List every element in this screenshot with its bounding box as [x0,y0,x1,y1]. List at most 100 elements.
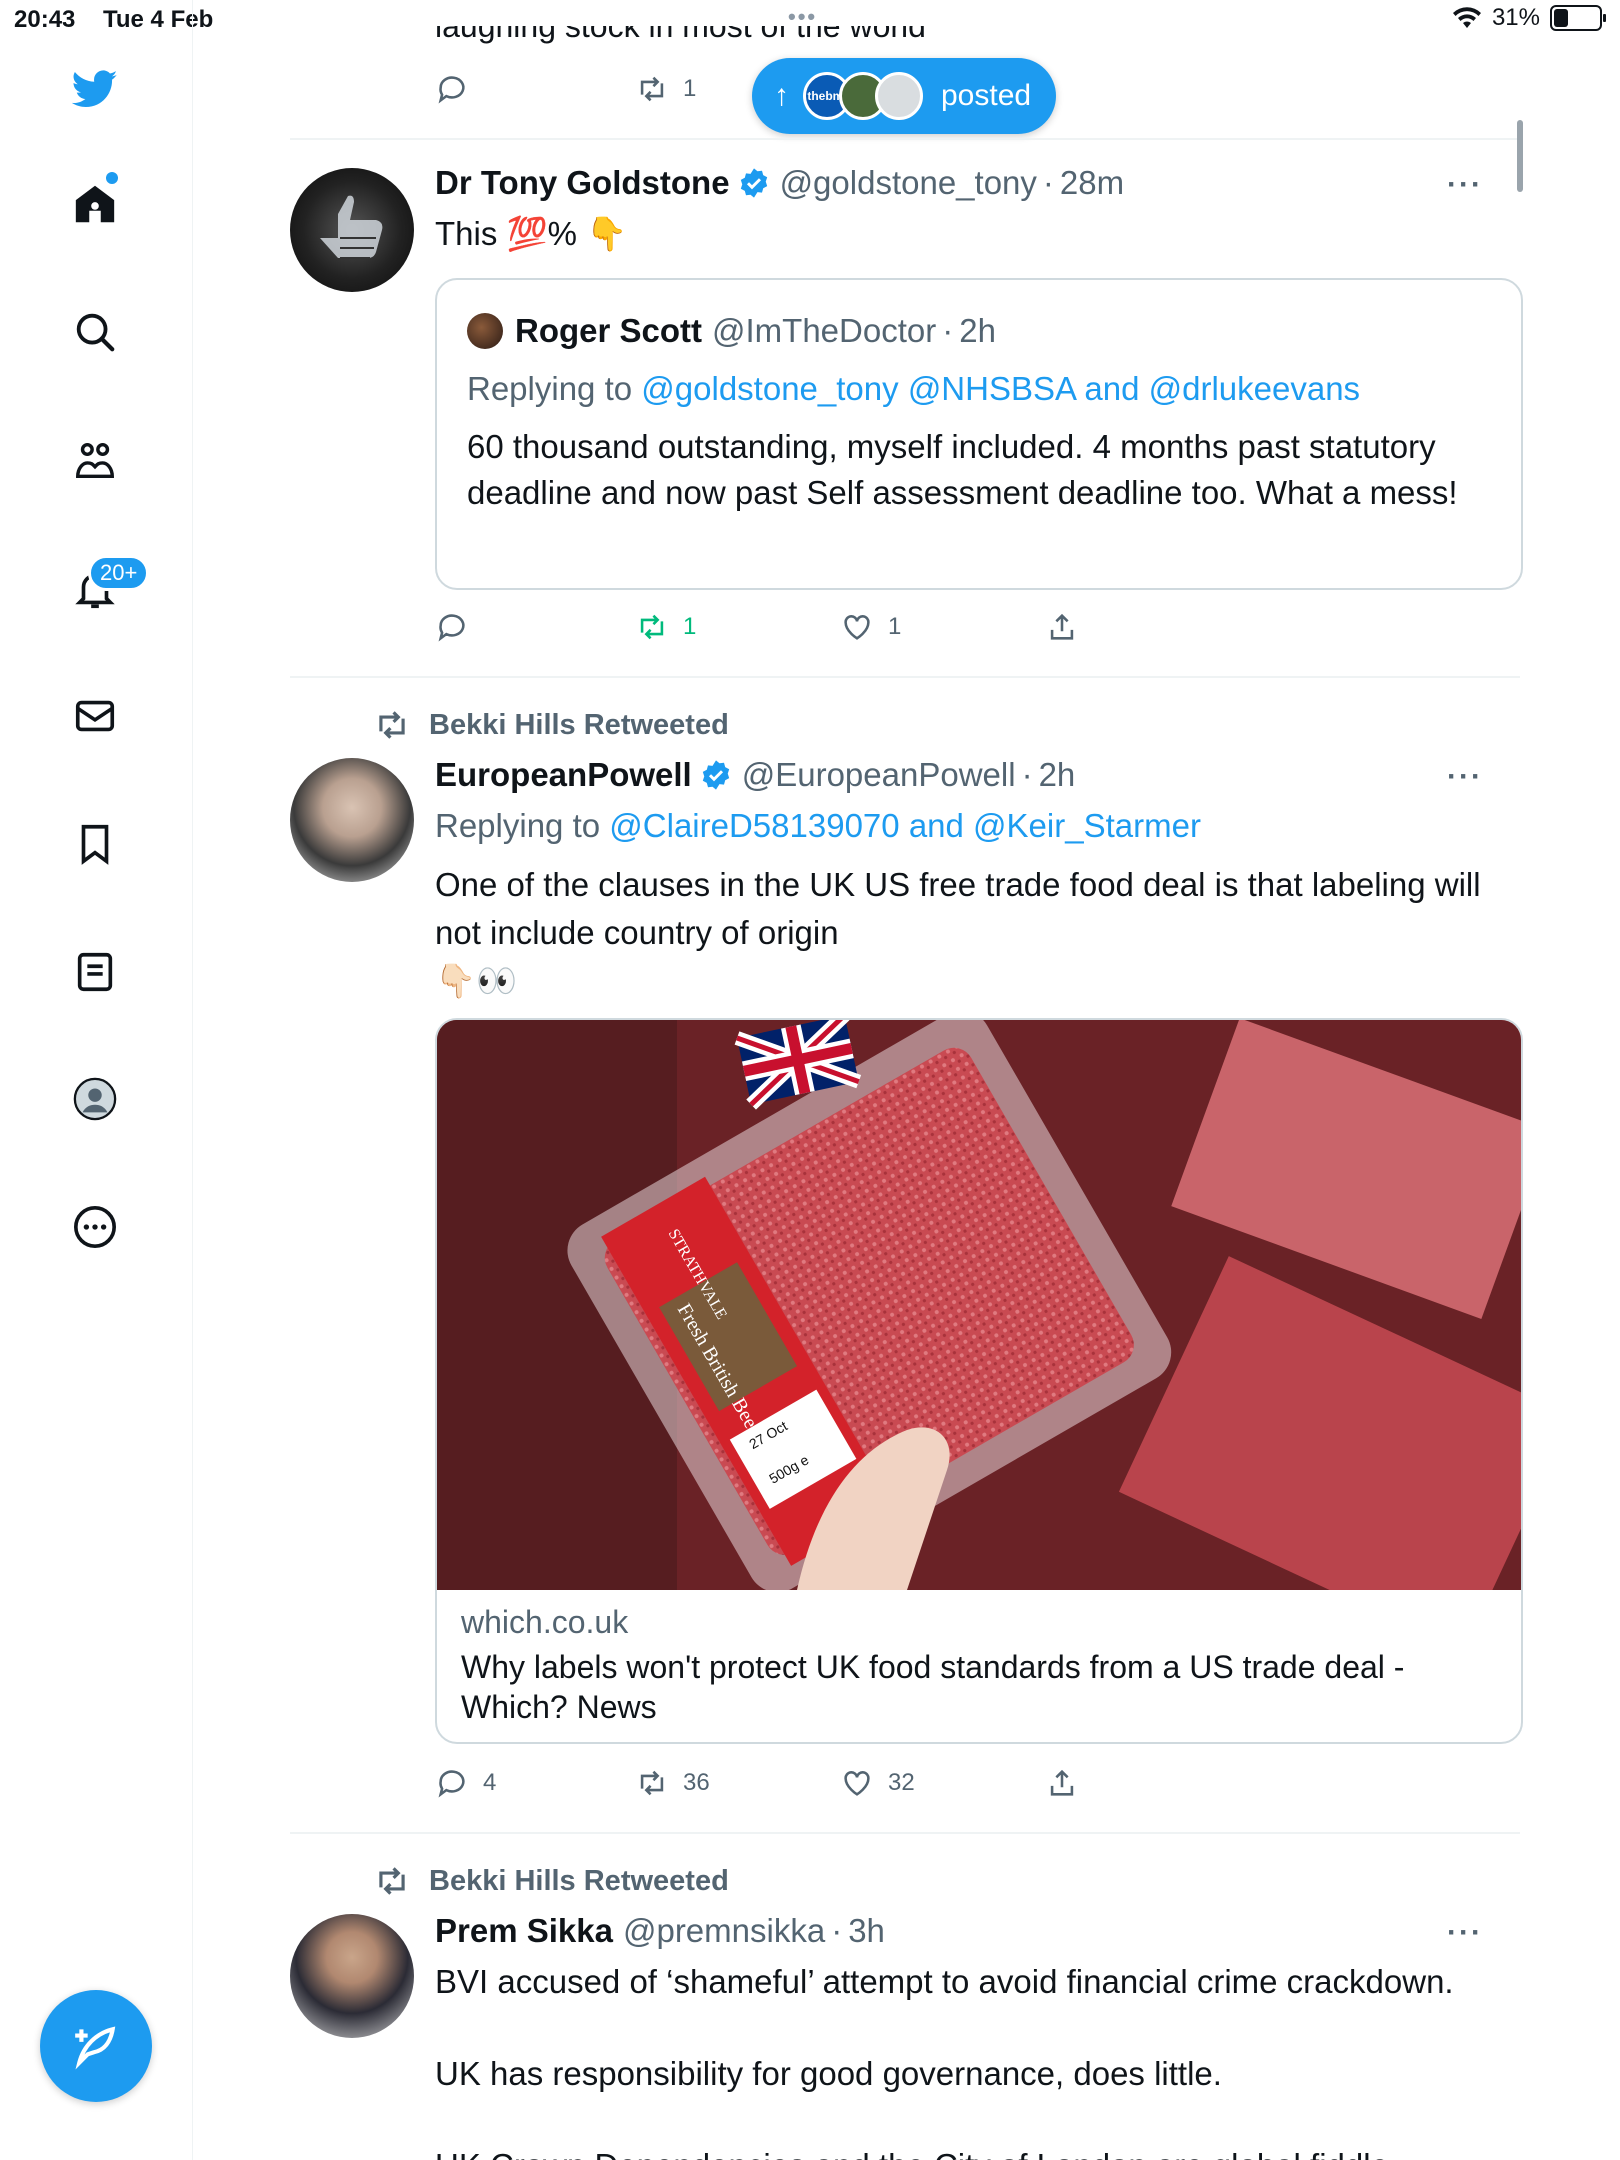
retweeted-by-label: Bekki Hills Retweeted [373,1862,729,1900]
communities-icon[interactable] [66,432,124,490]
previous-tweet-actions: 1 [435,72,696,106]
verified-icon [740,168,767,198]
retweet-icon [640,1770,664,1796]
author-name[interactable]: Dr Tony Goldstone [435,164,730,202]
divider [290,676,1520,678]
more-options-icon[interactable]: ··· [1447,1916,1483,1950]
tweet-text: This 💯% 👇 [435,215,628,252]
reply-count: 4 [483,1769,497,1796]
quoted-text: 60 thousand outstanding, myself included… [467,428,1458,511]
more-options-icon[interactable]: ··· [1447,168,1483,202]
quoted-avatar [467,313,503,349]
tweet-time[interactable]: 28m [1060,164,1124,202]
divider [290,138,1520,140]
share-icon [1050,1769,1074,1796]
share-button[interactable] [1045,610,1079,644]
reply-icon [438,614,465,642]
author-handle[interactable]: @goldstone_tony [780,164,1037,202]
retweet-button[interactable]: 1 [635,72,696,106]
more-circle-icon[interactable] [66,1198,124,1256]
share-icon [1050,613,1074,640]
posted-label: posted [941,79,1032,112]
more-options-icon[interactable]: ··· [1447,760,1483,794]
mention-link[interactable]: @ClaireD58139070 [609,807,899,844]
pill-avatar-3 [875,72,923,120]
sidebar: 20+ [0,0,193,2160]
retweet-icon [640,614,664,640]
battery-icon [1550,5,1606,31]
retweet-icon [379,1867,405,1895]
lists-icon[interactable] [66,943,124,1001]
home-unread-dot [106,172,118,184]
author-name[interactable]: EuropeanPowell [435,756,692,794]
reply-button[interactable] [435,72,635,106]
reply-button[interactable] [435,610,635,644]
avatar[interactable] [290,168,414,292]
replying-to: Replying to @ClaireD58139070 and @Keir_S… [435,807,1201,844]
search-icon[interactable] [66,303,124,361]
retweeted-by-label: Bekki Hills Retweeted [373,706,729,744]
like-button[interactable]: 32 [840,1766,1045,1800]
like-button[interactable]: 1 [840,610,1045,644]
tweet-header: EuropeanPowell @EuropeanPowell · 2h [435,756,1076,794]
mention-link[interactable]: @Keir_Starmer [973,807,1201,844]
tweet-header: Dr Tony Goldstone @goldstone_tony · 28m [435,164,1125,202]
divider [290,1832,1520,1834]
retweet-button[interactable]: 36 [635,1766,840,1800]
verified-icon [702,760,729,790]
previous-tweet-text: laughing stock in most of the world [435,8,926,44]
new-posts-pill[interactable]: ↑ thebmj posted [752,58,1056,134]
profile-icon[interactable] [66,1070,124,1128]
arrow-up-icon: ↑ [774,79,789,112]
tweet-header: Prem Sikka @premnsikka · 3h [435,1912,885,1950]
quoted-author-handle: @ImTheDoctor [712,312,937,349]
author-name[interactable]: Prem Sikka [435,1912,613,1950]
quoted-author-name: Roger Scott [515,312,703,349]
mail-icon[interactable] [66,687,124,745]
quoted-replying-to: Replying to @goldstone_tony @NHSBSA and … [467,370,1361,407]
home-icon[interactable] [66,175,124,233]
retweet-button[interactable]: 1 [635,610,840,644]
avatar[interactable] [290,1914,414,2038]
reply-icon [438,1770,465,1798]
scrollbar[interactable] [1517,120,1523,192]
twitter-logo-icon[interactable] [66,60,124,118]
like-count: 1 [888,613,902,640]
mention-link[interactable]: @NHSBSA [908,370,1075,407]
notifications-badge: 20+ [88,555,150,591]
compose-button[interactable] [40,1990,152,2102]
retweet-count: 1 [683,75,697,102]
battery-level [1554,9,1568,27]
heart-icon [844,1771,870,1796]
retweet-icon [640,76,664,102]
tweet-text: BVI accused of ‘shameful’ attempt to avo… [435,1963,1454,2160]
like-count: 32 [888,1769,915,1796]
thumbs-up-xray-image [320,195,383,259]
timeline[interactable]: laughing stock in most of the world 1 ↑ … [193,0,1523,2160]
card-image: STRATHVALE Fresh British Beef Mince 27 O… [437,1020,1521,1590]
tweet-actions: 1 1 [435,610,1079,644]
share-button[interactable] [1045,1766,1079,1800]
card-domain: which.co.uk [461,1604,629,1640]
reply-button[interactable]: 4 [435,1766,635,1800]
tweet-time[interactable]: 3h [848,1912,885,1950]
retweet-count: 36 [683,1769,710,1796]
mention-link[interactable]: @drlukeevans [1149,370,1360,407]
retweet-icon [379,711,405,739]
avatar[interactable] [290,758,414,882]
author-handle[interactable]: @EuropeanPowell [742,756,1016,794]
link-card[interactable]: STRATHVALE Fresh British Beef Mince 27 O… [435,1018,1523,1744]
tweet-actions: 4 36 32 [435,1766,1079,1800]
quoted-time: 2h [959,312,996,349]
bookmark-icon[interactable] [66,815,124,873]
mention-link[interactable]: @goldstone_tony [641,370,898,407]
heart-icon [844,615,870,640]
tweet-time[interactable]: 2h [1039,756,1076,794]
compose-icon [75,2026,116,2070]
quoted-tweet[interactable]: Roger Scott @ImTheDoctor · 2h Replying t… [435,278,1523,590]
reply-icon [438,76,465,104]
author-handle[interactable]: @premnsikka [623,1912,825,1950]
card-title: Why labels won't protect UK food standar… [461,1649,1405,1725]
tweet-text: One of the clauses in the UK US free tra… [435,866,1481,999]
retweet-count: 1 [683,613,697,640]
